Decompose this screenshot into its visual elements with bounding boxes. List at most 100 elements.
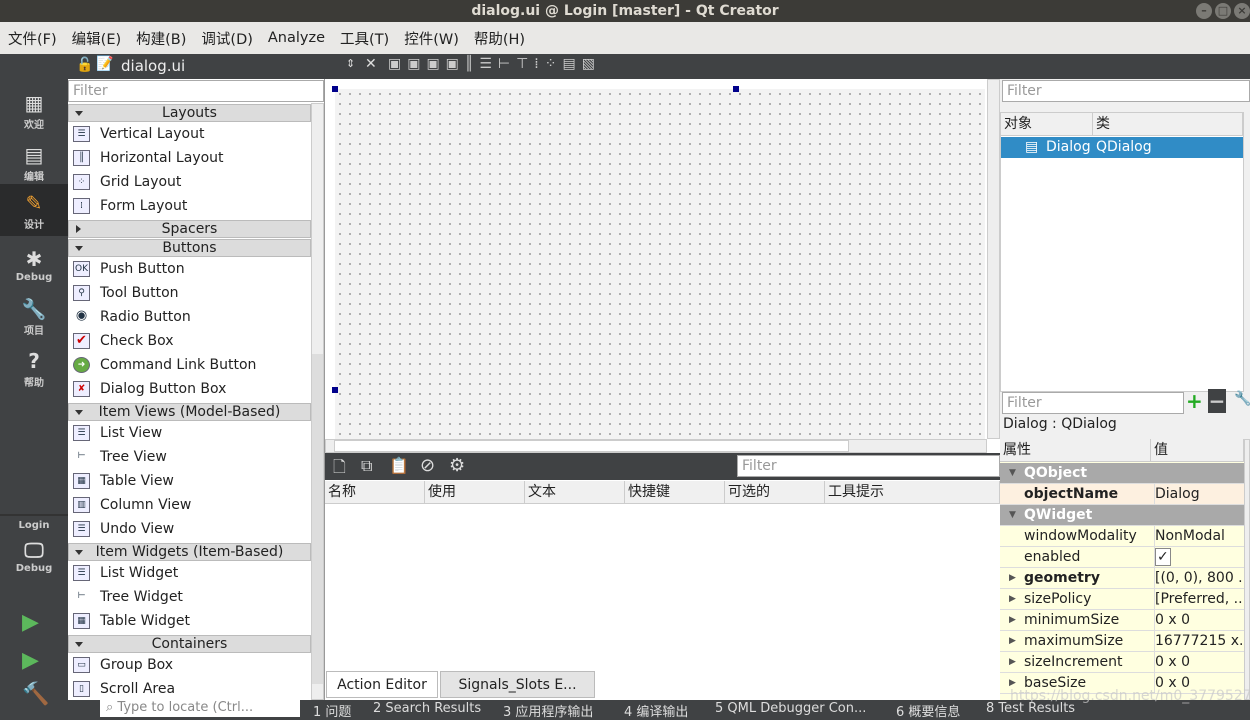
pane-application-output[interactable]: 3 应用程序输出 <box>503 701 593 720</box>
widget-command-link-button[interactable]: ➜ Command Link Button <box>68 353 311 377</box>
locator-input[interactable]: ⌕ Type to locate (Ctrl... <box>100 700 300 717</box>
object-filter-input[interactable]: Filter <box>1002 80 1250 102</box>
property-value[interactable]: Dialog <box>1154 484 1244 505</box>
column-class[interactable]: 类 <box>1093 113 1243 136</box>
resize-handle[interactable] <box>332 387 338 393</box>
column-object[interactable]: 对象 <box>1001 113 1093 136</box>
property-row[interactable]: windowModality NonModal <box>1000 526 1244 547</box>
property-row[interactable]: enabled ✓ <box>1000 547 1244 568</box>
menu-help[interactable]: 帮助(H) <box>474 28 525 49</box>
canvas-vertical-scrollbar[interactable] <box>987 79 1000 439</box>
expand-arrow-icon[interactable]: ▶ <box>1009 589 1016 610</box>
category-layouts[interactable]: Layouts <box>68 104 311 122</box>
column-shortcut[interactable]: 快捷键 <box>625 481 725 504</box>
mode-welcome[interactable]: ▦ 欢迎 <box>0 84 68 136</box>
target-selector[interactable]: Login 🖵 Debug <box>0 520 68 590</box>
widget-scroll-area[interactable]: ▯ Scroll Area <box>68 677 311 701</box>
property-value[interactable]: 0 x 0 <box>1154 652 1244 673</box>
action-filter-input[interactable]: Filter <box>737 455 1000 477</box>
delete-icon[interactable]: ⊘ <box>420 455 435 476</box>
property-scrollbar[interactable] <box>1244 439 1250 700</box>
menu-edit[interactable]: 编辑(E) <box>72 28 121 49</box>
property-row[interactable]: ▶ sizeIncrement 0 x 0 <box>1000 652 1244 673</box>
dialog-form[interactable] <box>335 89 985 439</box>
run-button[interactable]: ▶ <box>22 610 39 635</box>
menu-tools[interactable]: 工具(T) <box>340 28 389 49</box>
close-button[interactable]: × <box>1234 3 1250 19</box>
tab-signals-slots[interactable]: Signals_Slots E... <box>440 671 595 698</box>
column-name[interactable]: 名称 <box>325 481 425 504</box>
category-buttons[interactable]: Buttons <box>68 239 311 257</box>
category-item-widgets[interactable]: Item Widgets (Item-Based) <box>68 543 311 561</box>
widget-tree-widget[interactable]: ⊢ Tree Widget <box>68 585 311 609</box>
widget-group-box[interactable]: ▭ Group Box <box>68 653 311 677</box>
property-value[interactable]: NonModal <box>1154 526 1244 547</box>
widget-radio-button[interactable]: ◉ Radio Button <box>68 305 311 329</box>
menu-analyze[interactable]: Analyze <box>268 30 325 46</box>
mode-help[interactable]: ? 帮助 <box>0 342 68 394</box>
build-button[interactable]: 🔨 <box>22 682 49 707</box>
expand-arrow-icon[interactable]: ▶ <box>1009 568 1016 589</box>
property-group[interactable]: ▼ QWidget <box>1000 505 1244 526</box>
debug-run-button[interactable]: ▶ <box>22 648 39 673</box>
column-used[interactable]: 使用 <box>425 481 525 504</box>
property-row[interactable]: objectName Dialog <box>1000 484 1244 505</box>
widget-vertical-layout[interactable]: ☰ Vertical Layout <box>68 122 311 146</box>
widget-grid-layout[interactable]: ⁘ Grid Layout <box>68 170 311 194</box>
resize-handle[interactable] <box>332 86 338 92</box>
widget-undo-view[interactable]: ☰ Undo View <box>68 517 311 541</box>
maximize-button[interactable]: □ <box>1215 3 1231 19</box>
pane-issues[interactable]: 1 问题 <box>313 701 351 720</box>
property-row[interactable]: ▶ minimumSize 0 x 0 <box>1000 610 1244 631</box>
paste-icon[interactable]: 📋 <box>389 456 409 475</box>
expand-arrow-icon[interactable]: ▶ <box>1009 631 1016 652</box>
menu-build[interactable]: 构建(B) <box>136 28 186 49</box>
column-property[interactable]: 属性 <box>1000 439 1151 462</box>
property-value[interactable]: 0 x 0 <box>1154 610 1244 631</box>
collapse-arrow-icon[interactable]: ▼ <box>1009 463 1016 484</box>
pane-qml-debugger[interactable]: 5 QML Debugger Con... <box>715 701 866 716</box>
widget-dialog-button-box[interactable]: ✘ Dialog Button Box <box>68 377 311 401</box>
form-canvas[interactable] <box>325 79 1000 453</box>
object-row-dialog[interactable]: ▤ Dialog QDialog <box>1001 137 1243 158</box>
menu-debug[interactable]: 调试(D) <box>201 28 252 49</box>
property-filter-input[interactable]: Filter <box>1002 392 1184 414</box>
widget-column-view[interactable]: ▥ Column View <box>68 493 311 517</box>
widget-box-scrollbar[interactable] <box>311 103 324 700</box>
category-item-views[interactable]: Item Views (Model-Based) <box>68 403 311 421</box>
menu-file[interactable]: 文件(F) <box>8 28 57 49</box>
mode-edit[interactable]: ▤ 编辑 <box>0 136 68 188</box>
pane-search-results[interactable]: 2 Search Results <box>373 701 481 716</box>
document-filename[interactable]: dialog.ui <box>121 57 185 75</box>
remove-property-icon[interactable]: − <box>1208 389 1226 413</box>
expand-arrow-icon[interactable]: ▶ <box>1009 610 1016 631</box>
widget-table-view[interactable]: ▦ Table View <box>68 469 311 493</box>
mode-design[interactable]: ✎ 设计 <box>0 184 68 236</box>
menu-widgets[interactable]: 控件(W) <box>404 28 459 49</box>
widget-tree-view[interactable]: ⊢ Tree View <box>68 445 311 469</box>
configure-icon[interactable]: 🔧 <box>1234 391 1250 407</box>
category-containers[interactable]: Containers <box>68 635 311 653</box>
widget-push-button[interactable]: OK Push Button <box>68 257 311 281</box>
property-value[interactable]: [(0, 0), 800 ... <box>1154 568 1244 589</box>
expand-arrow-icon[interactable]: ▶ <box>1009 652 1016 673</box>
property-value[interactable]: [Preferred, ... <box>1154 589 1244 610</box>
settings-gear-icon[interactable]: ⚙ <box>449 455 465 476</box>
property-group[interactable]: ▼ QObject <box>1000 463 1244 484</box>
property-row[interactable]: ▶ geometry [(0, 0), 800 ... <box>1000 568 1244 589</box>
collapse-arrow-icon[interactable]: ▼ <box>1009 505 1016 526</box>
widget-list-view[interactable]: ☰ List View <box>68 421 311 445</box>
document-switch-arrows[interactable]: ⇕ <box>346 57 355 70</box>
pane-general-messages[interactable]: 6 概要信息 <box>896 701 960 720</box>
widget-horizontal-layout[interactable]: ║ Horizontal Layout <box>68 146 311 170</box>
new-action-icon[interactable]: 🗋 <box>333 456 346 483</box>
column-value[interactable]: 值 <box>1151 439 1244 462</box>
column-checkable[interactable]: 可选的 <box>725 481 825 504</box>
category-spacers[interactable]: Spacers <box>68 220 311 238</box>
column-tooltip[interactable]: 工具提示 <box>825 481 1000 504</box>
resize-handle[interactable] <box>733 86 739 92</box>
pane-compile-output[interactable]: 4 编译输出 <box>624 701 688 720</box>
widget-tool-button[interactable]: ⚲ Tool Button <box>68 281 311 305</box>
widget-form-layout[interactable]: ⁞ Form Layout <box>68 194 311 218</box>
property-row[interactable]: ▶ sizePolicy [Preferred, ... <box>1000 589 1244 610</box>
